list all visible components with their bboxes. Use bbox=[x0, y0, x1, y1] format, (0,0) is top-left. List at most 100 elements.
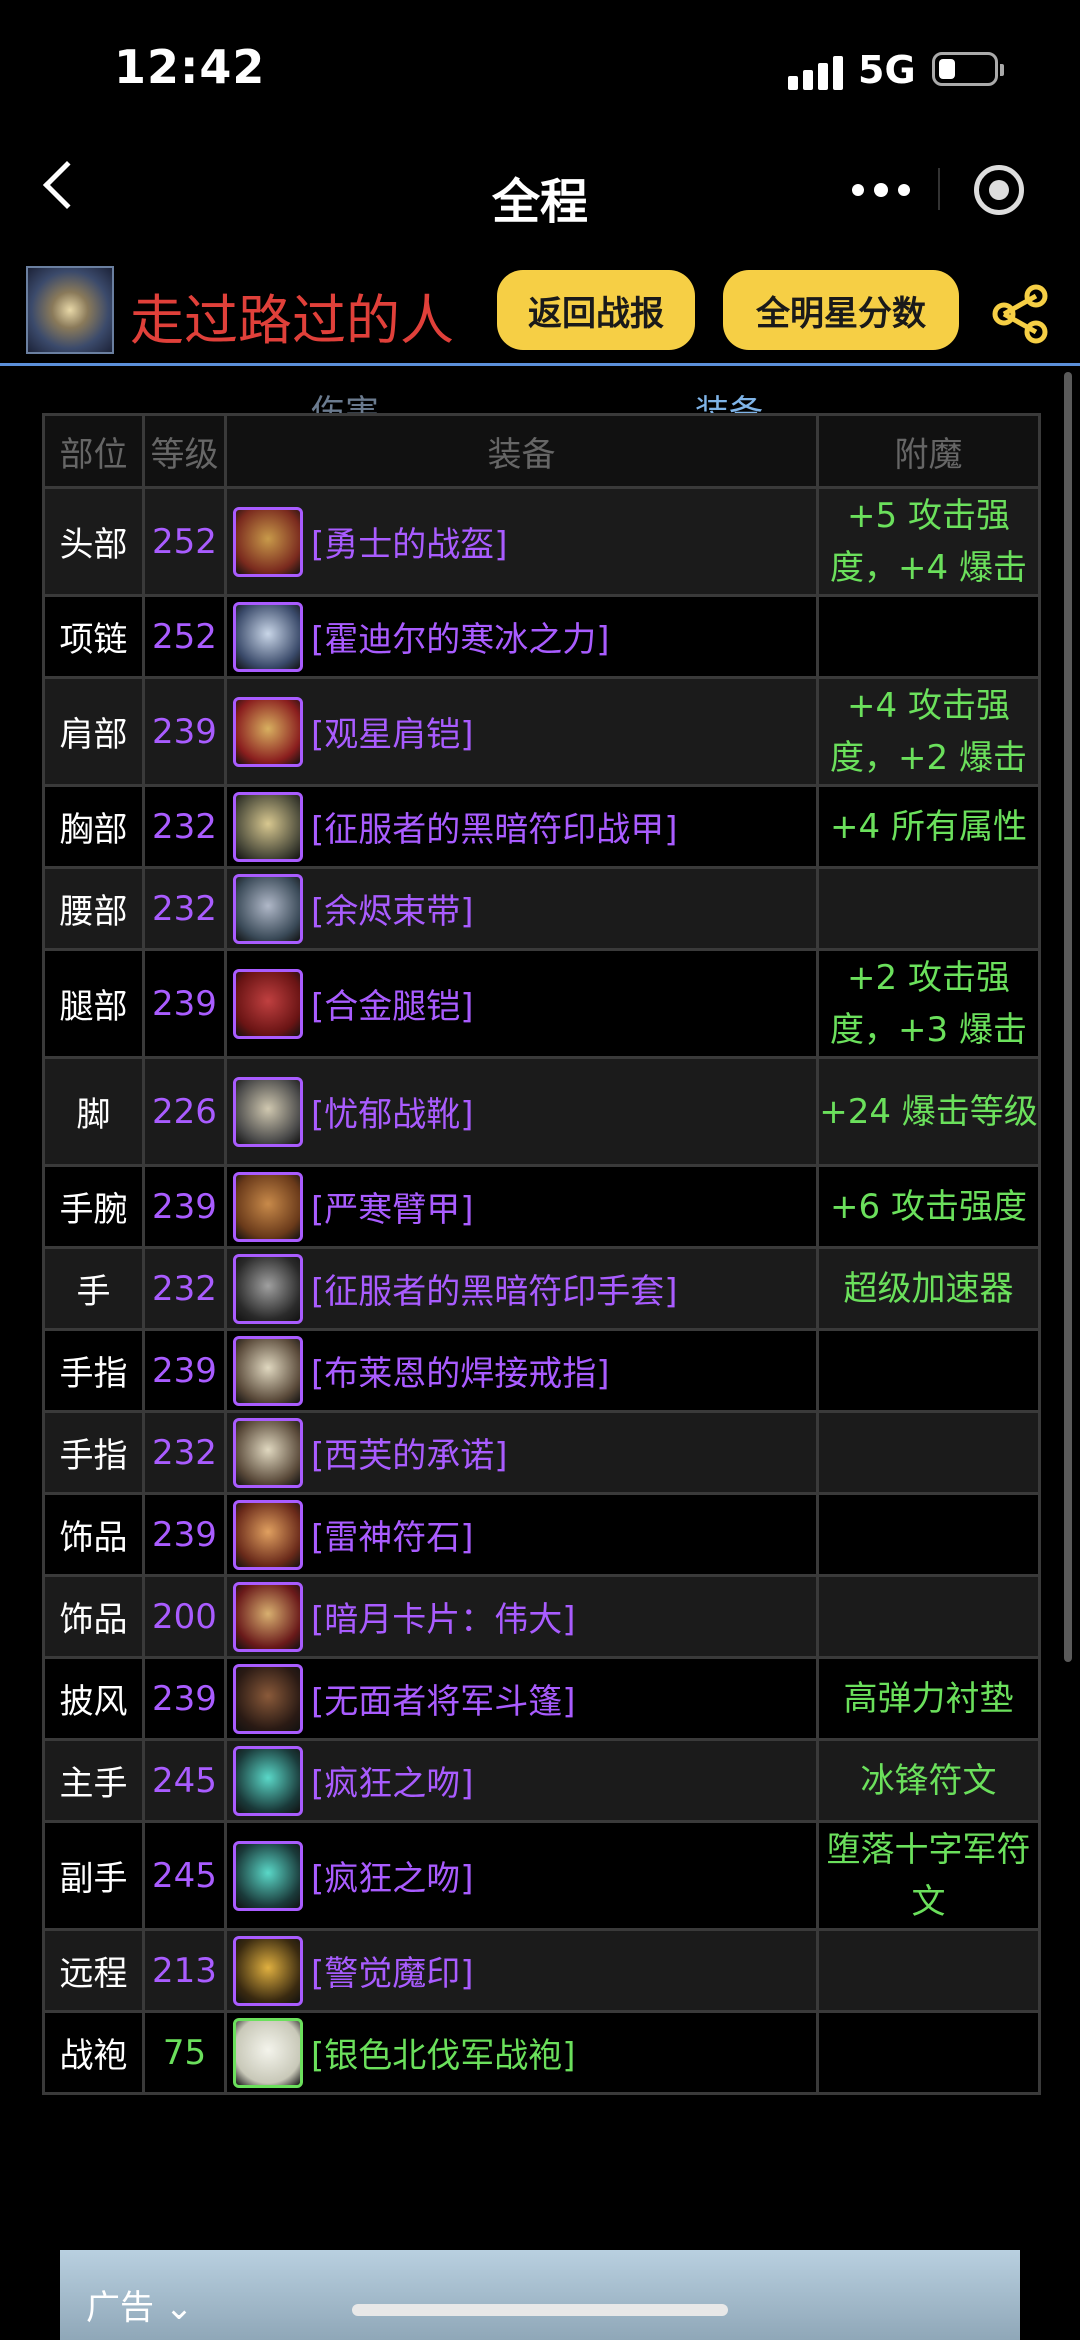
level-cell: 245 bbox=[142, 1738, 227, 1823]
battery-icon bbox=[932, 52, 1004, 86]
more-icon[interactable] bbox=[852, 183, 910, 198]
slot-cell: 战袍 bbox=[42, 2010, 145, 2095]
item-name[interactable]: [布莱恩的焊接戒指] bbox=[311, 1346, 610, 1395]
item-cell[interactable]: [观星肩铠] bbox=[224, 676, 819, 787]
level-cell: 252 bbox=[142, 486, 227, 597]
weapon-icon bbox=[233, 1840, 303, 1911]
network-label: 5G bbox=[858, 48, 916, 92]
item-name[interactable]: [征服者的黑暗符印手套] bbox=[311, 1264, 678, 1313]
header-enchant: 附魔 bbox=[816, 413, 1041, 489]
item-name[interactable]: [忧郁战靴] bbox=[311, 1087, 474, 1136]
item-name[interactable]: [警觉魔印] bbox=[311, 1946, 474, 1995]
table-row[interactable]: 披风 239 [无面者将军斗篷] 高弹力衬垫 bbox=[42, 1656, 1041, 1741]
level-cell: 239 bbox=[142, 1328, 227, 1413]
item-name[interactable]: [西芙的承诺] bbox=[311, 1428, 508, 1477]
table-row[interactable]: 远程 213 [警觉魔印] bbox=[42, 1928, 1041, 2013]
item-name[interactable]: [霍迪尔的寒冰之力] bbox=[311, 612, 610, 661]
table-row[interactable]: 手腕 239 [严寒臂甲] +6 攻击强度 bbox=[42, 1164, 1041, 1249]
level-cell: 232 bbox=[142, 784, 227, 869]
item-cell[interactable]: [疯狂之吻] bbox=[224, 1820, 819, 1931]
item-cell[interactable]: [严寒臂甲] bbox=[224, 1164, 819, 1249]
share-icon[interactable] bbox=[990, 284, 1050, 344]
table-row[interactable]: 饰品 200 [暗月卡片：伟大] bbox=[42, 1574, 1041, 1659]
level-cell: 232 bbox=[142, 1246, 227, 1331]
ad-banner[interactable]: 广告 ⌄ bbox=[60, 2250, 1020, 2340]
header-divider bbox=[0, 363, 1080, 366]
table-row[interactable]: 战袍 75 [银色北伐军战袍] bbox=[42, 2010, 1041, 2095]
item-cell[interactable]: [余烬束带] bbox=[224, 866, 819, 951]
item-cell[interactable]: [银色北伐军战袍] bbox=[224, 2010, 819, 2095]
item-cell[interactable]: [雷神符石] bbox=[224, 1492, 819, 1577]
slot-cell: 手指 bbox=[42, 1410, 145, 1495]
slot-cell: 副手 bbox=[42, 1820, 145, 1931]
item-name[interactable]: [雷神符石] bbox=[311, 1510, 474, 1559]
table-row[interactable]: 手指 232 [西芙的承诺] bbox=[42, 1410, 1041, 1495]
table-row[interactable]: 脚 226 [忧郁战靴] +24 爆击等级 bbox=[42, 1056, 1041, 1167]
home-indicator[interactable] bbox=[352, 2304, 728, 2316]
level-cell: 200 bbox=[142, 1574, 227, 1659]
table-row[interactable]: 肩部 239 [观星肩铠] +4 攻击强度，+2 爆击 bbox=[42, 676, 1041, 787]
slot-cell: 手 bbox=[42, 1246, 145, 1331]
enchant-cell bbox=[816, 1928, 1041, 2013]
table-row[interactable]: 腰部 232 [余烬束带] bbox=[42, 866, 1041, 951]
table-row[interactable]: 手指 239 [布莱恩的焊接戒指] bbox=[42, 1328, 1041, 1413]
table-row[interactable]: 副手 245 [疯狂之吻] 堕落十字军符文 bbox=[42, 1820, 1041, 1931]
level-cell: 239 bbox=[142, 1656, 227, 1741]
enchant-cell bbox=[816, 2010, 1041, 2095]
item-cell[interactable]: [警觉魔印] bbox=[224, 1928, 819, 2013]
item-name[interactable]: [勇士的战盔] bbox=[311, 517, 508, 566]
item-name[interactable]: [严寒臂甲] bbox=[311, 1182, 474, 1231]
level-cell: 239 bbox=[142, 948, 227, 1059]
slot-cell: 手腕 bbox=[42, 1164, 145, 1249]
item-name[interactable]: [合金腿铠] bbox=[311, 979, 474, 1028]
item-cell[interactable]: [西芙的承诺] bbox=[224, 1410, 819, 1495]
close-miniprogram-icon[interactable] bbox=[974, 165, 1024, 215]
table-row[interactable]: 项链 252 [霍迪尔的寒冰之力] bbox=[42, 594, 1041, 679]
helmet-icon bbox=[233, 506, 303, 577]
enchant-cell: 高弹力衬垫 bbox=[816, 1656, 1041, 1741]
enchant-cell bbox=[816, 1328, 1041, 1413]
item-name[interactable]: [疯狂之吻] bbox=[311, 1851, 474, 1900]
item-cell[interactable]: [忧郁战靴] bbox=[224, 1056, 819, 1167]
allstar-score-button[interactable]: 全明星分数 bbox=[723, 270, 959, 350]
table-row[interactable]: 腿部 239 [合金腿铠] +2 攻击强度，+3 爆击 bbox=[42, 948, 1041, 1059]
enchant-cell: 超级加速器 bbox=[816, 1246, 1041, 1331]
item-cell[interactable]: [征服者的黑暗符印手套] bbox=[224, 1246, 819, 1331]
header-item: 装备 bbox=[224, 413, 819, 489]
slot-cell: 脚 bbox=[42, 1056, 145, 1167]
slot-cell: 项链 bbox=[42, 594, 145, 679]
level-cell: 239 bbox=[142, 1164, 227, 1249]
scrollbar[interactable] bbox=[1064, 372, 1072, 1662]
level-cell: 226 bbox=[142, 1056, 227, 1167]
item-name[interactable]: [暗月卡片：伟大] bbox=[311, 1592, 576, 1641]
item-cell[interactable]: [无面者将军斗篷] bbox=[224, 1656, 819, 1741]
item-cell[interactable]: [霍迪尔的寒冰之力] bbox=[224, 594, 819, 679]
item-cell[interactable]: [疯狂之吻] bbox=[224, 1738, 819, 1823]
avatar[interactable] bbox=[26, 266, 114, 354]
item-cell[interactable]: [勇士的战盔] bbox=[224, 486, 819, 597]
belt-icon bbox=[233, 873, 303, 944]
item-name[interactable]: [征服者的黑暗符印战甲] bbox=[311, 802, 678, 851]
back-to-report-button[interactable]: 返回战报 bbox=[497, 270, 695, 350]
ring-icon bbox=[233, 1335, 303, 1406]
item-name[interactable]: [银色北伐军战袍] bbox=[311, 2028, 576, 2077]
item-cell[interactable]: [暗月卡片：伟大] bbox=[224, 1574, 819, 1659]
slot-cell: 胸部 bbox=[42, 784, 145, 869]
enchant-cell: +24 爆击等级 bbox=[816, 1056, 1041, 1167]
level-cell: 239 bbox=[142, 1492, 227, 1577]
table-row[interactable]: 头部 252 [勇士的战盔] +5 攻击强度，+4 爆击 bbox=[42, 486, 1041, 597]
item-cell[interactable]: [征服者的黑暗符印战甲] bbox=[224, 784, 819, 869]
rune-stone-icon bbox=[233, 1499, 303, 1570]
table-row[interactable]: 胸部 232 [征服者的黑暗符印战甲] +4 所有属性 bbox=[42, 784, 1041, 869]
item-name[interactable]: [无面者将军斗篷] bbox=[311, 1674, 576, 1723]
item-name[interactable]: [余烬束带] bbox=[311, 884, 474, 933]
item-cell[interactable]: [布莱恩的焊接戒指] bbox=[224, 1328, 819, 1413]
table-row[interactable]: 饰品 239 [雷神符石] bbox=[42, 1492, 1041, 1577]
item-name[interactable]: [观星肩铠] bbox=[311, 707, 474, 756]
level-cell: 245 bbox=[142, 1820, 227, 1931]
slot-cell: 主手 bbox=[42, 1738, 145, 1823]
item-cell[interactable]: [合金腿铠] bbox=[224, 948, 819, 1059]
item-name[interactable]: [疯狂之吻] bbox=[311, 1756, 474, 1805]
table-row[interactable]: 手 232 [征服者的黑暗符印手套] 超级加速器 bbox=[42, 1246, 1041, 1331]
table-row[interactable]: 主手 245 [疯狂之吻] 冰锋符文 bbox=[42, 1738, 1041, 1823]
